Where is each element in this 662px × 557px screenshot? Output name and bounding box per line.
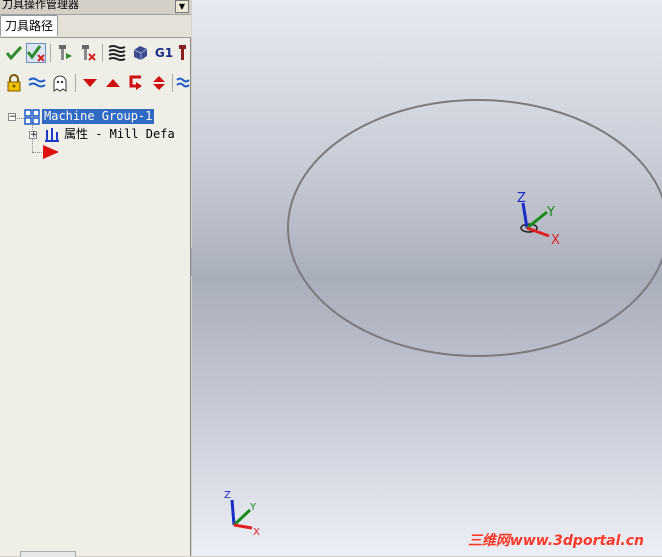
insert-arrow-icon[interactable] <box>126 73 146 93</box>
x-axis-label: X <box>253 527 260 538</box>
x-axis-line <box>233 523 253 530</box>
verify-icon[interactable] <box>78 43 98 63</box>
z-axis-label: Z <box>517 191 526 206</box>
toolpath-manager-panel: 刀具操作管理器 ▼ 刀具路径 G1 − Machine Group-1 + 属性… <box>0 0 191 557</box>
x-axis-label: X <box>551 233 560 248</box>
y-axis-line <box>232 508 252 527</box>
horizontal-scrollbar[interactable] <box>20 551 76 557</box>
panel-title: 刀具操作管理器 <box>2 0 79 11</box>
toolbar-separator <box>172 74 173 92</box>
highspeed-icon-2[interactable] <box>176 73 190 93</box>
axis-gizmo-corner: Z Y X <box>224 490 260 538</box>
move-down-icon[interactable] <box>80 73 100 93</box>
move-up-icon[interactable] <box>103 73 123 93</box>
g1-post-icon[interactable]: G1 <box>154 43 174 63</box>
ghost-icon[interactable] <box>50 73 70 93</box>
toolbar-separator <box>75 74 76 92</box>
watermark-text: 三维网www.3dportal.cn <box>467 533 644 549</box>
tree-line <box>32 152 42 153</box>
circle-geometry <box>287 99 662 357</box>
z-axis-label: Z <box>224 490 231 501</box>
toolbar-operations: G1 <box>0 41 191 67</box>
post-icon[interactable] <box>177 43 191 63</box>
regenerate-selected-icon[interactable] <box>26 43 46 63</box>
toggle-display-icon[interactable] <box>27 73 47 93</box>
axis-gizmo-center: Z Y X <box>517 191 560 248</box>
toolbar-separator <box>102 44 103 62</box>
y-axis-label: Y <box>546 205 555 220</box>
highspeed-icon[interactable] <box>107 43 127 63</box>
viewport-canvas: Z Y X Z Y X <box>224 99 662 538</box>
graphics-viewport[interactable]: Z Y X Z Y X 三维网www.3dportal.cn <box>192 0 662 556</box>
tab-toolpaths[interactable]: 刀具路径 <box>0 15 58 36</box>
collapse-toggle-icon[interactable]: − <box>8 113 17 122</box>
insert-point-arrow-icon[interactable] <box>42 145 60 159</box>
y-axis-label: Y <box>249 502 257 513</box>
expand-toggle-icon[interactable]: + <box>29 131 38 140</box>
panel-title-bar: 刀具操作管理器 ▼ <box>0 0 191 15</box>
tree-item-machine-group[interactable]: − Machine Group-1 <box>0 109 191 126</box>
properties-label: 属性 - Mill Defa <box>64 127 175 141</box>
y-axis-line <box>526 210 548 230</box>
select-all-icon[interactable] <box>4 43 24 63</box>
stock-icon[interactable] <box>130 43 150 63</box>
toolbar-display <box>0 71 191 97</box>
tree-item-properties[interactable]: + 属性 - Mill Defa <box>0 127 191 144</box>
machine-group-icon <box>24 109 40 125</box>
properties-icon <box>45 128 59 142</box>
machine-group-label: Machine Group-1 <box>42 109 155 124</box>
backplot-icon[interactable] <box>55 43 75 63</box>
lock-icon[interactable] <box>4 73 24 93</box>
z-axis-line <box>230 499 236 526</box>
toolbar-separator <box>50 44 51 62</box>
scroll-icon[interactable] <box>149 73 169 93</box>
panel-dropdown-button[interactable]: ▼ <box>175 0 189 13</box>
tab-strip: 刀具路径 <box>0 15 191 38</box>
